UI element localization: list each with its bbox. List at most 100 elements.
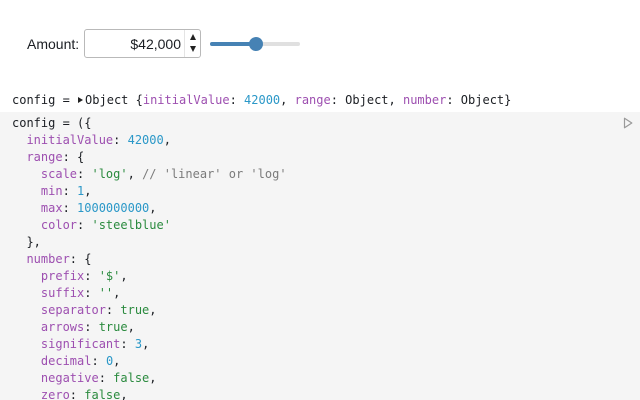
arrow-up-icon[interactable] xyxy=(188,32,197,42)
code-token: , xyxy=(113,286,121,300)
code-token: : xyxy=(77,218,92,232)
play-outline-icon[interactable] xyxy=(623,117,633,129)
amount-label: Amount: xyxy=(27,36,80,52)
slider-thumb[interactable] xyxy=(249,37,263,51)
code-token: , xyxy=(120,269,128,283)
inspector-field-key: initialValue xyxy=(142,93,230,107)
code-token: , xyxy=(142,337,150,351)
code-token: , xyxy=(84,184,92,198)
code-line: }, xyxy=(12,234,287,251)
code-line: range: { xyxy=(12,149,287,166)
code-token: : xyxy=(98,371,114,385)
code-token: : { xyxy=(69,252,92,266)
code-token: min xyxy=(12,184,63,198)
code-token: , xyxy=(127,167,143,181)
code-token: 42000 xyxy=(127,133,164,147)
code-token: , xyxy=(149,201,157,215)
code-line: prefix: '$', xyxy=(12,268,287,285)
inspector-equals: = xyxy=(55,93,78,107)
code-line: initialValue: 42000, xyxy=(12,132,287,149)
code-token: 'steelblue' xyxy=(91,218,171,232)
code-token: : xyxy=(77,167,92,181)
inspector-field-colon: : xyxy=(229,93,245,107)
code-line: max: 1000000000, xyxy=(12,200,287,217)
code-line: zero: false, xyxy=(12,387,287,400)
code-token: : xyxy=(91,354,106,368)
inspector-field-key: number xyxy=(402,93,447,107)
code-token: significant xyxy=(12,337,121,351)
code-token: , xyxy=(127,320,135,334)
amount-widget: Amount: $42,000 xyxy=(0,0,640,90)
amount-number-input[interactable]: $42,000 xyxy=(84,29,201,58)
inspector-field-value: Object xyxy=(460,93,505,107)
config-inspector[interactable]: config = Object {initialValue: 42000, ra… xyxy=(12,93,511,107)
code-token: negative xyxy=(12,371,99,385)
code-line: separator: true, xyxy=(12,302,287,319)
code-token: , xyxy=(149,303,157,317)
code-line: number: { xyxy=(12,251,287,268)
inspector-field-colon: : xyxy=(446,93,461,107)
code-token: range xyxy=(12,150,63,164)
code-token: : xyxy=(105,303,121,317)
code-token: arrows xyxy=(12,320,85,334)
code-line: significant: 3, xyxy=(12,336,287,353)
code-line: arrows: true, xyxy=(12,319,287,336)
code-token: 1000000000 xyxy=(77,201,150,215)
code-token: false xyxy=(113,371,150,385)
code-token: : xyxy=(84,269,99,283)
code-token: }, xyxy=(12,235,41,249)
code-token: : { xyxy=(62,150,85,164)
code-token: separator xyxy=(12,303,106,317)
code-token: , xyxy=(149,371,157,385)
code-token: true xyxy=(98,320,128,334)
inspector-name: config xyxy=(12,93,56,107)
code-token: config = ({ xyxy=(12,116,92,130)
arrow-down-icon[interactable] xyxy=(188,44,197,54)
code-token: number xyxy=(12,252,70,266)
amount-value[interactable]: $42,000 xyxy=(130,36,181,52)
inspector-field-comma: , xyxy=(280,93,295,107)
code-token: max xyxy=(12,201,63,215)
inspector-open-brace: { xyxy=(128,93,143,107)
code-line: suffix: '', xyxy=(12,285,287,302)
inspector-field-value: Object xyxy=(345,93,389,107)
code-line: config = ({ xyxy=(12,115,287,132)
code-token: , xyxy=(163,133,171,147)
code-token: 'log' xyxy=(91,167,128,181)
code-line: negative: false, xyxy=(12,370,287,387)
code-token: '' xyxy=(98,286,114,300)
stepper-divider xyxy=(184,30,185,57)
code-token: : xyxy=(62,201,78,215)
code-token: , xyxy=(113,354,121,368)
inspector-field-comma: , xyxy=(388,93,403,107)
code-token: : xyxy=(113,133,128,147)
code-token: initialValue xyxy=(12,133,114,147)
code-token: color xyxy=(12,218,78,232)
inspector-field-colon: : xyxy=(330,93,346,107)
code-token: '$' xyxy=(98,269,121,283)
code-token: : xyxy=(62,184,78,198)
code-line: min: 1, xyxy=(12,183,287,200)
code-token: suffix xyxy=(12,286,85,300)
code-token: 3 xyxy=(134,337,143,351)
code-token: : xyxy=(84,320,99,334)
code-token: : xyxy=(120,337,135,351)
code-token: , xyxy=(120,388,128,400)
code-token: false xyxy=(84,388,121,400)
code-token: : xyxy=(84,286,99,300)
caret-right-icon[interactable] xyxy=(78,97,84,103)
inspector-field-key: range xyxy=(294,93,331,107)
inspector-close-brace: } xyxy=(504,93,512,107)
code-line: decimal: 0, xyxy=(12,353,287,370)
code-token: : xyxy=(69,388,85,400)
code-token: prefix xyxy=(12,269,85,283)
code-lines: config = ({ initialValue: 42000, range: … xyxy=(12,115,287,400)
inspector-field-value: 42000 xyxy=(244,93,281,107)
amount-slider[interactable] xyxy=(210,36,300,52)
code-token: // 'linear' or 'log' xyxy=(142,167,287,181)
code-token: zero xyxy=(12,388,70,400)
code-editor[interactable]: config = ({ initialValue: 42000, range: … xyxy=(0,112,640,400)
code-token: scale xyxy=(12,167,78,181)
code-line: scale: 'log', // 'linear' or 'log' xyxy=(12,166,287,183)
code-token: decimal xyxy=(12,354,92,368)
